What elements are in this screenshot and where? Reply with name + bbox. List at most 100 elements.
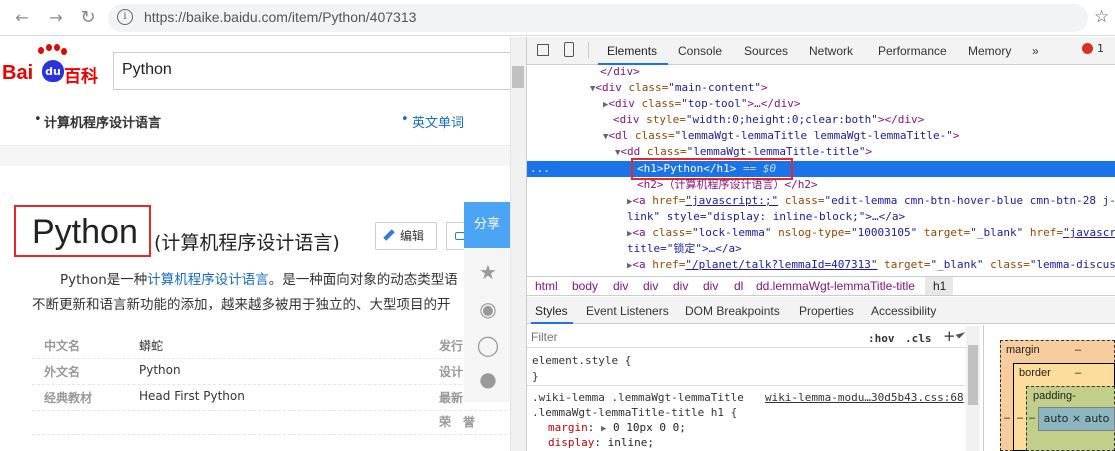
box-model-border-value[interactable]: –	[1075, 367, 1081, 379]
dom-tag: <a	[632, 226, 653, 239]
css-source-link[interactable]: wiki-lemma-modu…30d5b43.css:68	[765, 390, 964, 405]
basic-info-key: 外文名	[44, 365, 81, 379]
breadcrumb-item[interactable]: dl	[734, 279, 743, 293]
site-info-icon[interactable]: i	[117, 9, 133, 25]
weibo-icon[interactable]: ◉	[476, 297, 500, 321]
dom-attr-name: href=	[1023, 226, 1063, 239]
box-model-border-label: border	[1019, 367, 1051, 379]
basic-info-value: 蟒蛇	[139, 339, 164, 353]
inspect-element-icon[interactable]	[537, 44, 549, 56]
css-rule-selector[interactable]: element.style {	[532, 353, 631, 368]
box-model-padding-left-value[interactable]: –	[1029, 412, 1035, 424]
styles-filter-input[interactable]	[531, 328, 857, 346]
dom-line[interactable]: title="锁定">…</a>	[627, 241, 742, 256]
breadcrumb-item-active[interactable]: h1	[933, 279, 946, 293]
tab-sources[interactable]: Sources	[744, 44, 788, 58]
expand-triangle-icon[interactable]: ▶	[601, 424, 606, 434]
reload-icon[interactable]: ↻	[78, 8, 98, 28]
tab-dom-breakpoints[interactable]: DOM Breakpoints	[685, 304, 780, 318]
dom-link[interactable]: "javascript:;"	[685, 194, 778, 207]
subnav-bullet: •	[34, 112, 42, 127]
subnav-current-title[interactable]: 计算机程序设计语言	[44, 112, 161, 131]
row-actions-icon[interactable]: ...	[530, 161, 550, 176]
tab-memory[interactable]: Memory	[968, 44, 1011, 58]
tab-performance[interactable]: Performance	[878, 44, 947, 58]
page-scrollbar[interactable]	[510, 37, 526, 451]
box-model-margin-value[interactable]: –	[1075, 344, 1081, 356]
css-declaration[interactable]: display: inline;	[548, 435, 654, 450]
dom-tag: <dl	[608, 129, 635, 142]
device-toolbar-icon[interactable]	[564, 42, 574, 57]
dom-line[interactable]: <h2>（计算机程序设计语言）</h2>	[637, 177, 818, 192]
dom-attr-name: class=	[778, 194, 825, 207]
dom-line[interactable]: ▶<a href="/planet/talk?lemmaId=407313" t…	[627, 257, 1115, 274]
wechat-icon[interactable]: ◯	[476, 333, 500, 357]
dom-link[interactable]: "javascr	[1063, 226, 1115, 239]
tab-event-listeners[interactable]: Event Listeners	[586, 304, 669, 318]
bookmark-star-icon[interactable]: ☆	[1094, 7, 1109, 27]
baidu-logo-bai[interactable]: Bai	[2, 62, 33, 85]
css-rule-selector[interactable]: .wiki-lemma .lemmaWgt-lemmaTitle	[532, 390, 744, 405]
error-icon[interactable]	[1082, 43, 1093, 54]
tab-properties[interactable]: Properties	[799, 304, 854, 318]
lemma-summary-line2: 不断更新和语言新功能的添加，越来越多被用于独立的、大型项目的开	[32, 297, 451, 313]
breadcrumb-item[interactable]: div	[643, 279, 658, 293]
box-model-border-left-value[interactable]: –	[1017, 412, 1023, 424]
styles-scrollbar-thumb[interactable]	[968, 345, 978, 405]
hov-toggle[interactable]: :hov	[868, 331, 895, 346]
tab-accessibility[interactable]: Accessibility	[871, 304, 936, 318]
css-rule-selector[interactable]: .lemmaWgt-lemmaTitle-title h1 {	[532, 405, 737, 420]
dom-tag: >	[761, 81, 768, 94]
breadcrumb-item[interactable]: div	[703, 279, 718, 293]
dom-tag: <div	[613, 113, 647, 126]
summary-link[interactable]: 计算机程序设计语言	[147, 272, 269, 288]
dom-attr-name: class=	[983, 258, 1030, 271]
dom-attr-value: "main-content"	[668, 81, 762, 94]
tab-styles[interactable]: Styles	[535, 304, 568, 318]
breadcrumb-item[interactable]: body	[572, 279, 598, 293]
breadcrumb-item[interactable]: html	[535, 279, 558, 293]
subnav-english-link[interactable]: 英文单词	[412, 112, 464, 131]
back-icon[interactable]: ←	[12, 8, 32, 28]
page-scrollbar-thumb[interactable]	[512, 66, 524, 88]
search-input-value[interactable]: Python	[122, 61, 172, 79]
dom-line[interactable]: ▶<a class="lock-lemma" nslog-type="10003…	[627, 225, 1115, 242]
qq-icon[interactable]: ●	[476, 367, 500, 391]
dom-attr-value: "lock-lemma"	[692, 226, 772, 239]
baidu-logo-baike[interactable]: 百科	[64, 62, 98, 87]
forward-icon[interactable]: →	[46, 8, 66, 28]
breadcrumb-item[interactable]: div	[613, 279, 628, 293]
dom-line[interactable]: ▼<div class="main-content">	[590, 80, 768, 97]
basic-info-value: Head First Python	[139, 389, 245, 403]
add-style-rule-button[interactable]: +	[943, 327, 956, 345]
qzone-star-icon[interactable]: ★	[476, 260, 500, 284]
dom-line[interactable]: link" style="display: inline-block;">…</…	[627, 209, 905, 224]
baidu-logo-du[interactable]: du	[42, 60, 64, 82]
basic-info-table: 中文名 蟒蛇 发行 外文名 Python 设计 经典教材 Head First …	[32, 333, 512, 435]
css-property: display	[548, 436, 595, 449]
breadcrumb-item[interactable]: div	[673, 279, 688, 293]
highlight-box	[14, 205, 151, 257]
dom-line[interactable]: ▶<div class="top-tool">…</div>	[603, 96, 801, 113]
error-count[interactable]: 1	[1097, 42, 1104, 55]
dom-line[interactable]: <div style="width:0;height:0;clear:both"…	[613, 112, 924, 127]
dom-line[interactable]: ▶<a href="javascript:;" class="edit-lemm…	[627, 193, 1115, 210]
breadcrumb-item[interactable]: dd.lemmaWgt-lemmaTitle-title	[756, 279, 915, 293]
cls-toggle[interactable]: .cls	[905, 331, 932, 346]
dom-line[interactable]: ▼<dl class="lemmaWgt-lemmaTitle lemmaWgt…	[603, 128, 959, 145]
dom-attr-name: class=	[634, 129, 675, 142]
url-text[interactable]: https://baike.baidu.com/item/Python/4073…	[144, 9, 416, 25]
dom-line[interactable]: </div>	[600, 64, 640, 79]
dom-attr-name: style=	[646, 113, 686, 126]
share-button[interactable]: 分享	[464, 202, 510, 248]
dom-attr-name: target=	[877, 258, 931, 271]
tab-network[interactable]: Network	[809, 44, 853, 58]
tab-elements[interactable]: Elements	[607, 44, 657, 58]
dom-link[interactable]: "/planet/talk?lemmaId=407313"	[685, 258, 877, 271]
box-model-margin-left-value[interactable]: –	[1004, 412, 1010, 424]
selected-dom-row[interactable]	[527, 161, 1115, 177]
search-input[interactable]	[113, 52, 513, 90]
tab-console[interactable]: Console	[678, 44, 722, 58]
box-model-content[interactable]: auto × auto	[1038, 407, 1115, 431]
more-tabs-button[interactable]: »	[1032, 44, 1039, 58]
